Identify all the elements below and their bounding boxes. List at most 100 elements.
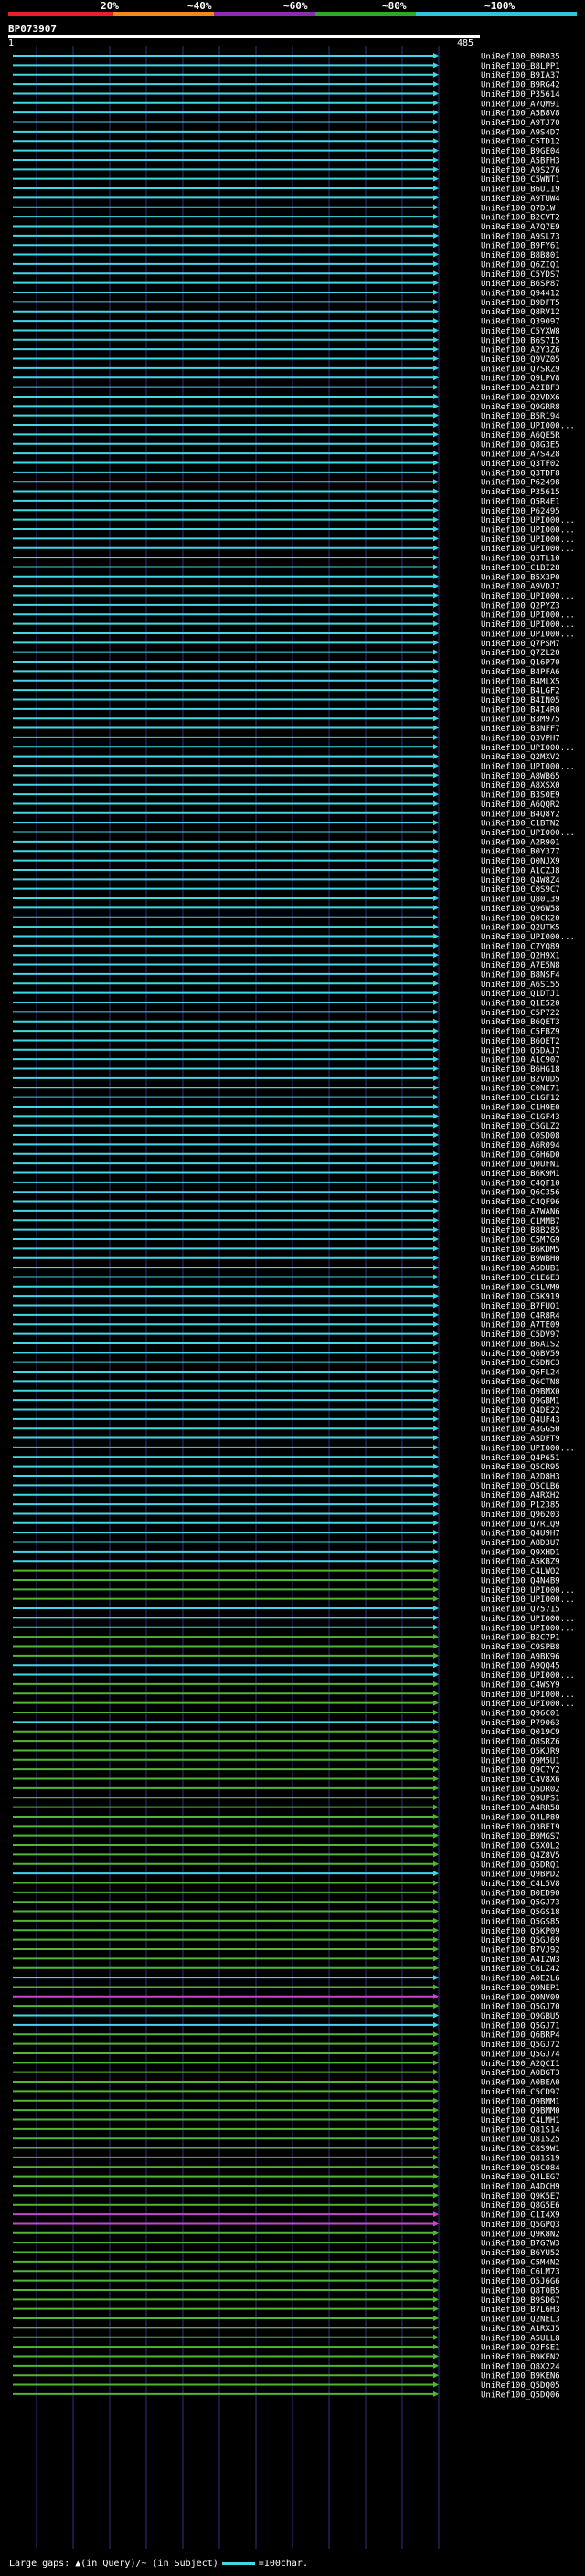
hit-label[interactable]: UniRef100_A2Y3Z6 <box>481 346 560 355</box>
hit-label[interactable]: UniRef100_C0NE71 <box>481 1085 560 1094</box>
hit-label[interactable]: UniRef100_A8WB65 <box>481 772 560 781</box>
hit-label[interactable]: UniRef100_B8B801 <box>481 251 560 260</box>
hit-label[interactable]: UniRef100_Q9UPS1 <box>481 1795 560 1804</box>
hit-label[interactable]: UniRef100_B9IA37 <box>481 71 560 80</box>
hit-label[interactable]: UniRef100_A1C907 <box>481 1056 560 1065</box>
hit-label[interactable]: UniRef100_B3NFF7 <box>481 725 560 734</box>
hit-label[interactable]: UniRef100_B9KEN2 <box>481 2353 560 2362</box>
hit-label[interactable]: UniRef100_P62495 <box>481 507 560 516</box>
hit-label[interactable]: UniRef100_C8S9W1 <box>481 2145 560 2154</box>
hit-label[interactable]: UniRef100_Q6BV59 <box>481 1350 560 1359</box>
hit-label[interactable]: UniRef100_C4V8X6 <box>481 1776 560 1785</box>
hit-label[interactable]: UniRef100_Q8X224 <box>481 2362 560 2371</box>
hit-label[interactable]: UniRef100_B2C7P1 <box>481 1634 560 1643</box>
hit-label[interactable]: UniRef100_Q5GJ70 <box>481 2003 560 2012</box>
hit-label[interactable]: UniRef100_B6AIS2 <box>481 1340 560 1349</box>
hit-label[interactable]: UniRef100_A0BEA0 <box>481 2079 560 2088</box>
hit-label[interactable]: UniRef100_Q0NJX9 <box>481 857 560 866</box>
hit-label[interactable]: UniRef100_Q5GS18 <box>481 1908 560 1917</box>
hit-label[interactable]: UniRef100_Q9GBM1 <box>481 1397 560 1406</box>
hit-label[interactable]: UniRef100_C1BI28 <box>481 564 560 573</box>
hit-label[interactable]: UniRef100_Q9BMM1 <box>481 2097 560 2106</box>
hit-label[interactable]: UniRef100_A3GG50 <box>481 1426 560 1435</box>
hit-label[interactable]: UniRef100_Q4U9H7 <box>481 1530 560 1539</box>
hit-label[interactable]: UniRef100_C9SPB8 <box>481 1643 560 1652</box>
hit-label[interactable]: UniRef100_A5B8V8 <box>481 110 560 119</box>
hit-label[interactable]: UniRef100_C5YDS7 <box>481 270 560 280</box>
hit-label[interactable]: UniRef100_C0S9C7 <box>481 885 560 895</box>
hit-label[interactable]: UniRef100_UPI000... <box>481 592 575 601</box>
hit-label[interactable]: UniRef100_Q5C084 <box>481 2164 560 2173</box>
hit-label[interactable]: UniRef100_C5P722 <box>481 1009 560 1018</box>
hit-label[interactable]: UniRef100_Q2MXV2 <box>481 753 560 762</box>
hit-label[interactable]: UniRef100_C1MMB7 <box>481 1217 560 1226</box>
hit-label[interactable]: UniRef100_C1I4X9 <box>481 2211 560 2221</box>
hit-label[interactable]: UniRef100_Q6ZIQ1 <box>481 260 560 270</box>
hit-label[interactable]: UniRef100_A5DUB1 <box>481 1265 560 1274</box>
hit-label[interactable]: UniRef100_Q2H9X1 <box>481 952 560 961</box>
hit-label[interactable]: UniRef100_C5M4N2 <box>481 2258 560 2267</box>
hit-label[interactable]: UniRef100_Q8T0B5 <box>481 2286 560 2295</box>
hit-label[interactable]: UniRef100_Q9NV09 <box>481 1993 560 2002</box>
hit-label[interactable]: UniRef100_Q7PSM7 <box>481 640 560 649</box>
hit-label[interactable]: UniRef100_UPI000... <box>481 933 575 942</box>
hit-label[interactable]: UniRef100_Q5DAJ7 <box>481 1046 560 1055</box>
hit-label[interactable]: UniRef100_B4IN05 <box>481 696 560 705</box>
hit-label[interactable]: UniRef100_A4IZW3 <box>481 1956 560 1965</box>
hit-label[interactable]: UniRef100_Q75715 <box>481 1606 560 1615</box>
hit-label[interactable]: UniRef100_A5DFT9 <box>481 1435 560 1444</box>
hit-label[interactable]: UniRef100_B6KDM5 <box>481 1246 560 1255</box>
hit-label[interactable]: UniRef100_Q9K5E7 <box>481 2192 560 2201</box>
hit-label[interactable]: UniRef100_UPI000... <box>481 829 575 838</box>
hit-label[interactable]: UniRef100_A2QCI1 <box>481 2060 560 2069</box>
hit-label[interactable]: UniRef100_Q9LPV8 <box>481 375 560 384</box>
hit-label[interactable]: UniRef100_Q9XHD1 <box>481 1548 560 1557</box>
hit-label[interactable]: UniRef100_A9S4D7 <box>481 128 560 137</box>
hit-label[interactable]: UniRef100_B6S7I5 <box>481 336 560 345</box>
hit-label[interactable]: UniRef100_B4I4R0 <box>481 705 560 715</box>
hit-label[interactable]: UniRef100_Q5J6G6 <box>481 2277 560 2286</box>
hit-label[interactable]: UniRef100_C5CD97 <box>481 2088 560 2097</box>
hit-label[interactable]: UniRef100_C4R8R4 <box>481 1311 560 1320</box>
hit-label[interactable]: UniRef100_UPI000... <box>481 1595 575 1605</box>
hit-label[interactable]: UniRef100_Q4W8Z4 <box>481 876 560 885</box>
hit-label[interactable]: UniRef100_Q0CK20 <box>481 914 560 923</box>
hit-label[interactable]: UniRef100_Q4UF43 <box>481 1415 560 1425</box>
hit-label[interactable]: UniRef100_B9FY61 <box>481 242 560 251</box>
hit-label[interactable]: UniRef100_Q5R4E1 <box>481 497 560 506</box>
hit-label[interactable]: UniRef100_A6R094 <box>481 1141 560 1150</box>
hit-label[interactable]: UniRef100_A0BGT3 <box>481 2069 560 2078</box>
hit-label[interactable]: UniRef100_Q2UTK5 <box>481 924 560 933</box>
hit-label[interactable]: UniRef100_Q2FSE1 <box>481 2344 560 2353</box>
hit-label[interactable]: UniRef100_B6YU52 <box>481 2249 560 2258</box>
hit-label[interactable]: UniRef100_Q4DE22 <box>481 1406 560 1415</box>
hit-label[interactable]: UniRef100_A1RXJ5 <box>481 2325 560 2334</box>
hit-label[interactable]: UniRef100_A1CZJ8 <box>481 866 560 875</box>
hit-label[interactable]: UniRef100_UPI000... <box>481 1691 575 1700</box>
hit-label[interactable]: UniRef100_UPI000... <box>481 1444 575 1453</box>
hit-label[interactable]: UniRef100_A7E5N8 <box>481 961 560 970</box>
hit-label[interactable]: UniRef100_B3S0E9 <box>481 791 560 800</box>
hit-label[interactable]: UniRef100_Q96203 <box>481 1511 560 1520</box>
hit-label[interactable]: UniRef100_Q9BMM0 <box>481 2107 560 2116</box>
hit-label[interactable]: UniRef100_Q3TDF8 <box>481 469 560 478</box>
hit-label[interactable]: UniRef100_Q019C9 <box>481 1728 560 1737</box>
hit-label[interactable]: UniRef100_UPI000... <box>481 545 575 554</box>
hit-label[interactable]: UniRef100_Q3TF02 <box>481 460 560 469</box>
hit-label[interactable]: UniRef100_A2D8H3 <box>481 1473 560 1482</box>
hit-label[interactable]: UniRef100_Q5GJ69 <box>481 1936 560 1945</box>
hit-label[interactable]: UniRef100_Q4P651 <box>481 1454 560 1463</box>
hit-label[interactable]: UniRef100_B6K9M1 <box>481 1170 560 1179</box>
hit-label[interactable]: UniRef100_B9GE04 <box>481 147 560 156</box>
hit-label[interactable]: UniRef100_A5ULL8 <box>481 2334 560 2343</box>
hit-label[interactable]: UniRef100_A9TJ70 <box>481 119 560 128</box>
hit-label[interactable]: UniRef100_P35615 <box>481 488 560 497</box>
hit-label[interactable]: UniRef100_Q4N4B9 <box>481 1576 560 1585</box>
hit-label[interactable]: UniRef100_C6H6D0 <box>481 1150 560 1160</box>
hit-label[interactable]: UniRef100_A9BK96 <box>481 1652 560 1661</box>
hit-label[interactable]: UniRef100_C4LWQ2 <box>481 1567 560 1576</box>
hit-label[interactable]: UniRef100_C5GLZ2 <box>481 1122 560 1131</box>
hit-label[interactable]: UniRef100_B4MLX5 <box>481 677 560 686</box>
hit-label[interactable]: UniRef100_C6LM73 <box>481 2268 560 2277</box>
hit-label[interactable]: UniRef100_UPI000... <box>481 620 575 630</box>
